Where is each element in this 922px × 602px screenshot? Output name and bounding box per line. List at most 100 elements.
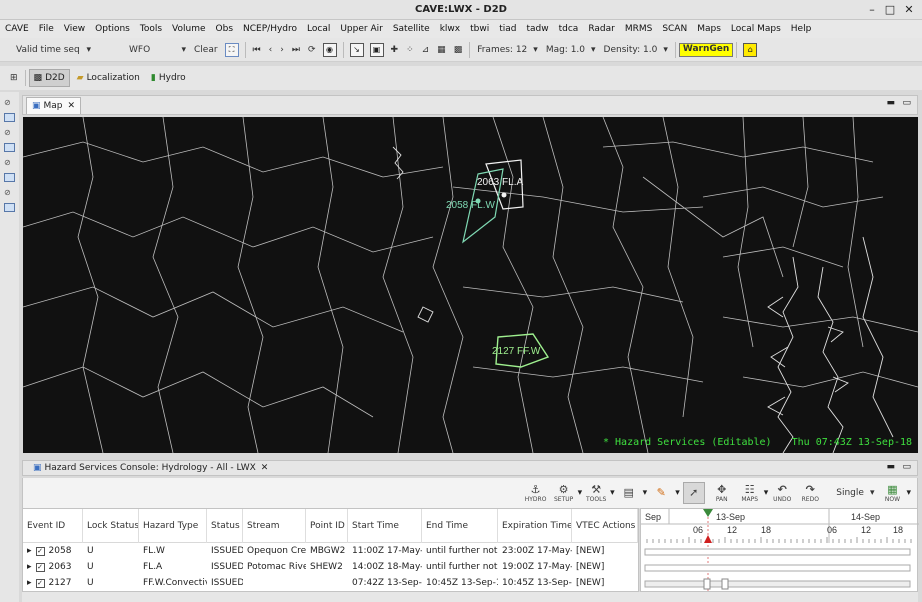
chevron-down-icon[interactable]: ▾ <box>675 488 680 498</box>
chevron-down-icon[interactable]: ▾ <box>610 488 615 498</box>
expand-icon[interactable]: ▸ <box>27 578 32 588</box>
close-button[interactable]: ✕ <box>899 0 919 20</box>
menu-file[interactable]: File <box>34 24 59 34</box>
menu-tools[interactable]: Tools <box>135 24 167 34</box>
maximize-view-icon[interactable]: ▭ <box>902 98 911 108</box>
table-row[interactable]: ▸ ✓ 2058 U FL.W ISSUED Opequon Creek MBG… <box>23 543 638 559</box>
pin-icon[interactable]: ⊘ <box>4 98 15 107</box>
chevron-down-icon[interactable]: ▾ <box>643 488 648 498</box>
view-icon[interactable] <box>4 143 15 152</box>
maximize-view-icon[interactable]: ▭ <box>902 462 911 472</box>
tab-map[interactable]: ▣ Map ✕ <box>26 97 82 114</box>
menu-options[interactable]: Options <box>90 24 135 34</box>
pan-button[interactable]: ✥ PAN <box>711 482 733 504</box>
close-icon[interactable]: ✕ <box>261 463 269 473</box>
tools-button[interactable]: ⚒ TOOLS <box>585 482 607 504</box>
menu-obs[interactable]: Obs <box>211 24 239 34</box>
scale-dropdown[interactable]: WFO ▾ <box>95 41 190 59</box>
table-row[interactable]: ▸ ✓ 2063 U FL.A ISSUED Potomac River SHE… <box>23 559 638 575</box>
close-icon[interactable]: ✕ <box>68 101 76 111</box>
table-row[interactable]: ▸ ✓ 2127 U FF.W.Convective ISSUED 07:42Z… <box>23 575 638 591</box>
pin-icon[interactable]: ⊘ <box>4 188 15 197</box>
image-properties-icon[interactable]: ◉ <box>322 42 337 57</box>
baseline-icon[interactable]: ⊿ <box>418 41 434 59</box>
menu-satellite[interactable]: Satellite <box>388 24 435 34</box>
menu-tadw[interactable]: tadw <box>521 24 553 34</box>
column-header[interactable]: End Time <box>422 508 498 543</box>
hazard-timeline[interactable]: Sep 13-Sep 14-Sep 06 12 18 06 12 18 <box>640 508 919 593</box>
undo-button[interactable]: ↶ UNDO <box>771 482 793 504</box>
first-frame-icon[interactable]: ⏮ <box>249 41 265 59</box>
chevron-down-icon[interactable]: ▾ <box>764 488 769 498</box>
last-frame-icon[interactable]: ⏭ <box>288 41 304 59</box>
zoom-fit-icon[interactable]: ⛶ <box>224 42 239 57</box>
frames-dropdown[interactable]: Frames: 12 ▾ <box>473 41 542 59</box>
column-header[interactable]: Expiration Time <box>498 508 572 543</box>
sample-icon[interactable]: ✚ <box>387 41 403 59</box>
menu-local-maps[interactable]: Local Maps <box>726 24 786 34</box>
select-button[interactable]: ➚ <box>682 482 705 504</box>
now-button[interactable]: ▦ NOW <box>881 482 903 504</box>
column-header[interactable]: VTEC Actions <box>572 508 638 543</box>
checkbox-checked[interactable]: ✓ <box>35 578 45 588</box>
menu-klwx[interactable]: klwx <box>435 24 465 34</box>
menu-tbwi[interactable]: tbwi <box>465 24 494 34</box>
points-icon[interactable]: ⁘ <box>402 41 418 59</box>
column-header[interactable]: Status <box>207 508 243 543</box>
expand-icon[interactable]: ▸ <box>27 546 32 556</box>
menu-volume[interactable]: Volume <box>167 24 210 34</box>
density-dropdown[interactable]: Density: 1.0 ▾ <box>600 41 672 59</box>
menu-mrms[interactable]: MRMS <box>620 24 658 34</box>
checkbox-checked[interactable]: ✓ <box>35 546 45 556</box>
next-frame-icon[interactable]: › <box>276 41 288 59</box>
current-time-marker-icon[interactable] <box>703 509 713 517</box>
map-canvas[interactable]: 2063 FL.A 2058 FL.W 2127 FF.W * Hazard S… <box>23 117 918 453</box>
setup-button[interactable]: ⚙ SETUP <box>553 482 575 504</box>
perspective-hydro[interactable]: ▮ Hydro <box>147 69 190 87</box>
column-header[interactable]: Hazard Type <box>139 508 207 543</box>
open-perspective-icon[interactable]: ⊞ <box>6 69 22 87</box>
menu-local[interactable]: Local <box>302 24 335 34</box>
view-icon[interactable] <box>4 203 15 212</box>
zoom-in-icon[interactable]: ↘ <box>349 42 364 57</box>
column-header[interactable]: Point ID <box>306 508 348 543</box>
chevron-down-icon[interactable]: ▾ <box>906 488 911 498</box>
checkbox-checked[interactable]: ✓ <box>35 562 45 572</box>
column-header[interactable]: Start Time <box>348 508 422 543</box>
warngen-button[interactable]: WarnGen <box>678 42 734 57</box>
menu-cave[interactable]: CAVE <box>0 24 34 34</box>
panel-layout-icon[interactable]: ▦ <box>433 41 450 59</box>
event-bar-2058[interactable] <box>644 548 911 556</box>
panel-combo-icon[interactable]: ▩ <box>450 41 467 59</box>
menu-scan[interactable]: SCAN <box>657 24 692 34</box>
hydro-tool-button[interactable]: ⚓ HYDRO <box>525 482 547 504</box>
zoom-box-icon[interactable]: ▣ <box>369 42 384 57</box>
selection-mode-dropdown[interactable]: Single ▾ <box>832 484 878 502</box>
home-icon[interactable]: ⌂ <box>743 42 758 57</box>
menu-help[interactable]: Help <box>786 24 817 34</box>
mag-dropdown[interactable]: Mag: 1.0 ▾ <box>542 41 600 59</box>
draw-button[interactable]: ✎ <box>650 482 672 504</box>
menu-tdca[interactable]: tdca <box>554 24 584 34</box>
event-bar-2127[interactable] <box>644 580 911 588</box>
forecast-point-icon[interactable] <box>501 192 507 198</box>
menu-maps[interactable]: Maps <box>692 24 726 34</box>
view-icon[interactable] <box>4 113 15 122</box>
loop-icon[interactable]: ⟳ <box>304 41 320 59</box>
perspective-localization[interactable]: ▰ Localization <box>73 69 144 87</box>
event-bar-2063[interactable] <box>644 564 911 572</box>
maps-button[interactable]: ☷ MAPS <box>739 482 761 504</box>
column-header[interactable]: Lock Status <box>83 508 139 543</box>
view-icon[interactable] <box>4 173 15 182</box>
redo-button[interactable]: ↷ REDO <box>799 482 821 504</box>
minimize-view-icon[interactable]: ▬ <box>886 462 895 472</box>
event-end-handle[interactable] <box>721 578 729 590</box>
column-header[interactable]: Stream <box>243 508 306 543</box>
menu-radar[interactable]: Radar <box>583 24 620 34</box>
perspective-d2d[interactable]: ▩ D2D <box>28 69 70 87</box>
expand-icon[interactable]: ▸ <box>27 562 32 572</box>
chevron-down-icon[interactable]: ▾ <box>578 488 583 498</box>
time-seq-dropdown[interactable]: Valid time seq ▾ <box>0 41 95 59</box>
pin-icon[interactable]: ⊘ <box>4 158 15 167</box>
menu-ncep-hydro[interactable]: NCEP/Hydro <box>238 24 302 34</box>
